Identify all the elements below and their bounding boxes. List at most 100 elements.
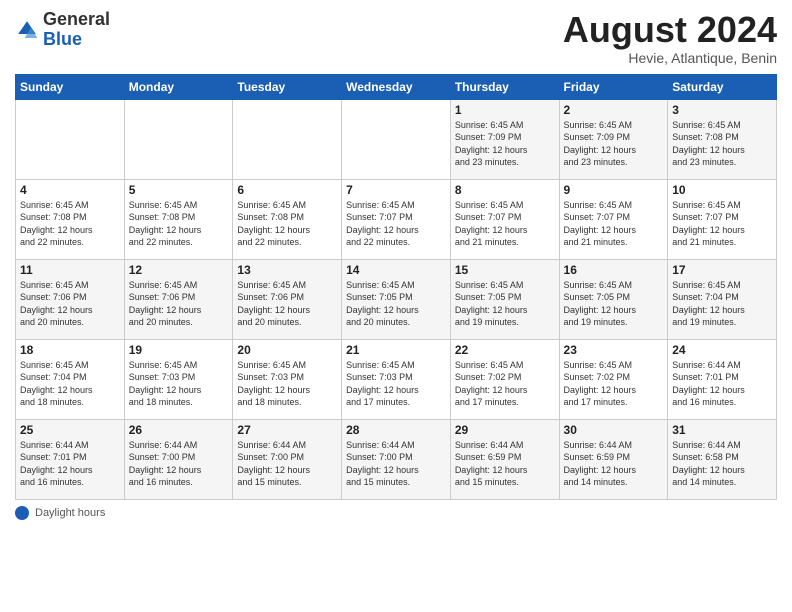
day-info: Sunrise: 6:45 AM Sunset: 7:06 PM Dayligh… xyxy=(20,279,120,329)
day-info: Sunrise: 6:45 AM Sunset: 7:08 PM Dayligh… xyxy=(672,119,772,169)
day-info: Sunrise: 6:44 AM Sunset: 7:00 PM Dayligh… xyxy=(346,439,446,489)
day-info: Sunrise: 6:45 AM Sunset: 7:09 PM Dayligh… xyxy=(564,119,664,169)
day-number: 21 xyxy=(346,343,446,357)
calendar-cell: 10 Sunrise: 6:45 AM Sunset: 7:07 PM Dayli… xyxy=(668,179,777,259)
calendar-cell: 1Sunrise: 6:45 AM Sunset: 7:09 PM Daylig… xyxy=(450,99,559,179)
calendar-cell: 19 Sunrise: 6:45 AM Sunset: 7:03 PM Dayli… xyxy=(124,339,233,419)
calendar-cell: 18 Sunrise: 6:45 AM Sunset: 7:04 PM Dayli… xyxy=(16,339,125,419)
calendar-cell xyxy=(342,99,451,179)
day-info: Sunrise: 6:45 AM Sunset: 7:07 PM Dayligh… xyxy=(564,199,664,249)
calendar-cell: 11Sunrise: 6:45 AM Sunset: 7:06 PM Dayli… xyxy=(16,259,125,339)
logo: General Blue xyxy=(15,10,110,50)
day-info: Sunrise: 6:45 AM Sunset: 7:07 PM Dayligh… xyxy=(672,199,772,249)
day-number: 24 xyxy=(672,343,772,357)
day-number: 27 xyxy=(237,423,337,437)
calendar-cell: 23Sunrise: 6:45 AM Sunset: 7:02 PM Dayli… xyxy=(559,339,668,419)
day-number: 13 xyxy=(237,263,337,277)
title-block: August 2024 Hevie, Atlantique, Benin xyxy=(563,10,777,66)
day-number: 6 xyxy=(237,183,337,197)
day-number: 26 xyxy=(129,423,229,437)
calendar-header: SundayMondayTuesdayWednesdayThursdayFrid… xyxy=(16,74,777,99)
main-title: August 2024 xyxy=(563,10,777,50)
day-number: 29 xyxy=(455,423,555,437)
day-number: 3 xyxy=(672,103,772,117)
day-info: Sunrise: 6:45 AM Sunset: 7:03 PM Dayligh… xyxy=(237,359,337,409)
day-number: 12 xyxy=(129,263,229,277)
day-header-friday: Friday xyxy=(559,74,668,99)
calendar-cell xyxy=(124,99,233,179)
day-info: Sunrise: 6:45 AM Sunset: 7:04 PM Dayligh… xyxy=(672,279,772,329)
day-info: Sunrise: 6:45 AM Sunset: 7:03 PM Dayligh… xyxy=(129,359,229,409)
day-info: Sunrise: 6:45 AM Sunset: 7:08 PM Dayligh… xyxy=(237,199,337,249)
day-info: Sunrise: 6:45 AM Sunset: 7:09 PM Dayligh… xyxy=(455,119,555,169)
day-number: 9 xyxy=(564,183,664,197)
calendar-cell: 3 Sunrise: 6:45 AM Sunset: 7:08 PM Daylig… xyxy=(668,99,777,179)
week-row-3: 11Sunrise: 6:45 AM Sunset: 7:06 PM Dayli… xyxy=(16,259,777,339)
day-number: 19 xyxy=(129,343,229,357)
day-header-tuesday: Tuesday xyxy=(233,74,342,99)
day-header-sunday: Sunday xyxy=(16,74,125,99)
day-info: Sunrise: 6:44 AM Sunset: 6:59 PM Dayligh… xyxy=(455,439,555,489)
calendar-cell: 30 Sunrise: 6:44 AM Sunset: 6:59 PM Dayli… xyxy=(559,419,668,499)
calendar-cell: 16Sunrise: 6:45 AM Sunset: 7:05 PM Dayli… xyxy=(559,259,668,339)
day-number: 23 xyxy=(564,343,664,357)
calendar-cell xyxy=(233,99,342,179)
day-header-monday: Monday xyxy=(124,74,233,99)
day-header-saturday: Saturday xyxy=(668,74,777,99)
logo-blue: Blue xyxy=(43,30,110,50)
calendar-cell: 8Sunrise: 6:45 AM Sunset: 7:07 PM Daylig… xyxy=(450,179,559,259)
day-number: 15 xyxy=(455,263,555,277)
day-info: Sunrise: 6:44 AM Sunset: 6:59 PM Dayligh… xyxy=(564,439,664,489)
footer: Daylight hours xyxy=(15,506,777,520)
day-header-wednesday: Wednesday xyxy=(342,74,451,99)
daylight-label: Daylight hours xyxy=(35,507,105,519)
calendar-cell: 28Sunrise: 6:44 AM Sunset: 7:00 PM Dayli… xyxy=(342,419,451,499)
day-info: Sunrise: 6:45 AM Sunset: 7:06 PM Dayligh… xyxy=(237,279,337,329)
day-number: 14 xyxy=(346,263,446,277)
day-number: 31 xyxy=(672,423,772,437)
calendar-cell: 31 Sunrise: 6:44 AM Sunset: 6:58 PM Dayli… xyxy=(668,419,777,499)
calendar-cell: 22Sunrise: 6:45 AM Sunset: 7:02 PM Dayli… xyxy=(450,339,559,419)
calendar-cell: 4 Sunrise: 6:45 AM Sunset: 7:08 PM Daylig… xyxy=(16,179,125,259)
day-info: Sunrise: 6:45 AM Sunset: 7:08 PM Dayligh… xyxy=(20,199,120,249)
calendar-cell: 25Sunrise: 6:44 AM Sunset: 7:01 PM Dayli… xyxy=(16,419,125,499)
calendar-cell: 9 Sunrise: 6:45 AM Sunset: 7:07 PM Daylig… xyxy=(559,179,668,259)
day-number: 2 xyxy=(564,103,664,117)
calendar-cell: 29 Sunrise: 6:44 AM Sunset: 6:59 PM Dayli… xyxy=(450,419,559,499)
week-row-5: 25Sunrise: 6:44 AM Sunset: 7:01 PM Dayli… xyxy=(16,419,777,499)
subtitle: Hevie, Atlantique, Benin xyxy=(563,50,777,66)
day-number: 18 xyxy=(20,343,120,357)
logo-text: General Blue xyxy=(43,10,110,50)
day-info: Sunrise: 6:45 AM Sunset: 7:07 PM Dayligh… xyxy=(346,199,446,249)
day-info: Sunrise: 6:44 AM Sunset: 6:58 PM Dayligh… xyxy=(672,439,772,489)
day-info: Sunrise: 6:45 AM Sunset: 7:05 PM Dayligh… xyxy=(564,279,664,329)
calendar-cell: 17Sunrise: 6:45 AM Sunset: 7:04 PM Dayli… xyxy=(668,259,777,339)
calendar-cell: 26 Sunrise: 6:44 AM Sunset: 7:00 PM Dayli… xyxy=(124,419,233,499)
day-number: 8 xyxy=(455,183,555,197)
day-header-thursday: Thursday xyxy=(450,74,559,99)
calendar-cell: 13 Sunrise: 6:45 AM Sunset: 7:06 PM Dayli… xyxy=(233,259,342,339)
calendar-cell: 6 Sunrise: 6:45 AM Sunset: 7:08 PM Daylig… xyxy=(233,179,342,259)
week-row-1: 1Sunrise: 6:45 AM Sunset: 7:09 PM Daylig… xyxy=(16,99,777,179)
day-info: Sunrise: 6:44 AM Sunset: 7:01 PM Dayligh… xyxy=(672,359,772,409)
day-number: 10 xyxy=(672,183,772,197)
day-number: 7 xyxy=(346,183,446,197)
day-info: Sunrise: 6:45 AM Sunset: 7:05 PM Dayligh… xyxy=(455,279,555,329)
calendar-cell: 20 Sunrise: 6:45 AM Sunset: 7:03 PM Dayli… xyxy=(233,339,342,419)
day-number: 20 xyxy=(237,343,337,357)
calendar-cell: 2 Sunrise: 6:45 AM Sunset: 7:09 PM Daylig… xyxy=(559,99,668,179)
calendar-cell: 5Sunrise: 6:45 AM Sunset: 7:08 PM Daylig… xyxy=(124,179,233,259)
day-number: 30 xyxy=(564,423,664,437)
header-row: SundayMondayTuesdayWednesdayThursdayFrid… xyxy=(16,74,777,99)
day-info: Sunrise: 6:44 AM Sunset: 7:00 PM Dayligh… xyxy=(129,439,229,489)
day-info: Sunrise: 6:45 AM Sunset: 7:03 PM Dayligh… xyxy=(346,359,446,409)
daylight-icon xyxy=(15,506,29,520)
day-info: Sunrise: 6:44 AM Sunset: 7:00 PM Dayligh… xyxy=(237,439,337,489)
calendar-cell: 27 Sunrise: 6:44 AM Sunset: 7:00 PM Dayli… xyxy=(233,419,342,499)
day-number: 4 xyxy=(20,183,120,197)
calendar-cell: 12Sunrise: 6:45 AM Sunset: 7:06 PM Dayli… xyxy=(124,259,233,339)
day-number: 5 xyxy=(129,183,229,197)
logo-general: General xyxy=(43,10,110,30)
day-number: 25 xyxy=(20,423,120,437)
day-info: Sunrise: 6:45 AM Sunset: 7:04 PM Dayligh… xyxy=(20,359,120,409)
